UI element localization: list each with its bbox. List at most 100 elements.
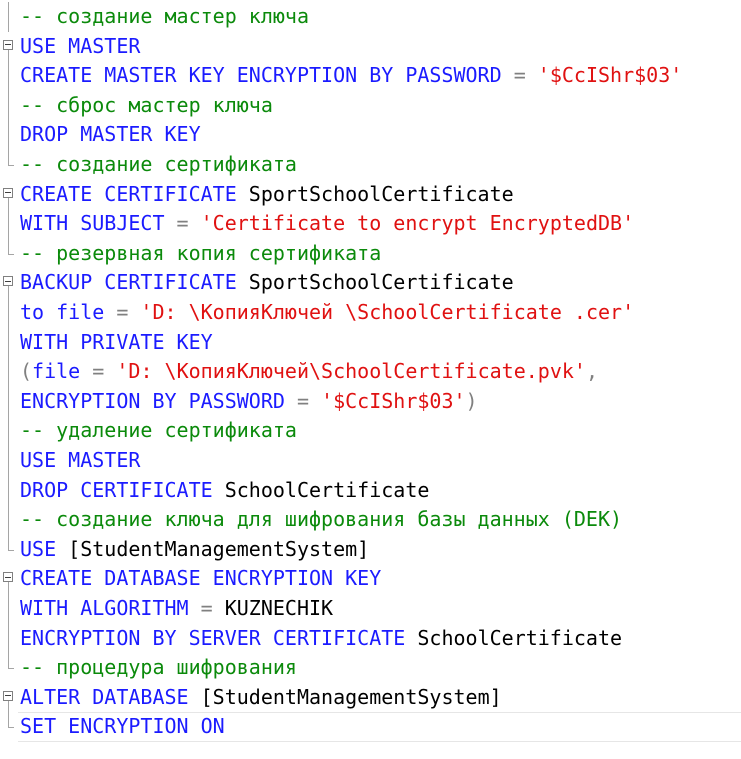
token-keyword: DROP CERTIFICATE — [20, 477, 225, 502]
outline-gutter — [0, 446, 18, 476]
outline-gutter — [0, 150, 18, 180]
token-comment: -- процедура шифрования — [20, 655, 297, 680]
code-line[interactable]: -- создание сертификата — [0, 150, 741, 180]
collapse-minus-icon[interactable] — [3, 690, 13, 701]
outline-gutter — [0, 594, 18, 624]
outline-gutter[interactable] — [0, 268, 18, 298]
code-line[interactable]: ALTER DATABASE [StudentManagementSystem] — [0, 683, 741, 713]
token-text: [StudentManagementSystem] — [200, 684, 502, 709]
code-text[interactable]: (file = 'D: \КопияКлючей\SchoolCertifica… — [20, 357, 598, 387]
code-text[interactable]: USE MASTER — [20, 446, 140, 476]
outline-gutter[interactable] — [0, 180, 18, 210]
code-line[interactable]: CREATE DATABASE ENCRYPTION KEY — [0, 564, 741, 594]
token-text: SportSchoolCertificate — [248, 181, 514, 206]
outline-gutter — [0, 534, 18, 565]
code-text[interactable]: WITH SUBJECT = 'Certificate to encrypt E… — [20, 209, 634, 239]
collapse-minus-icon[interactable] — [3, 187, 13, 198]
token-operator: = — [176, 211, 189, 236]
token-keyword: USE MASTER — [20, 448, 141, 472]
token-keyword: CREATE MASTER KEY ENCRYPTION BY PASSWORD — [20, 63, 514, 88]
code-line[interactable]: USE MASTER — [0, 446, 741, 476]
token-string: 'D: \КопияКлючей\SchoolCertificate.pvk' — [116, 359, 586, 384]
code-text[interactable]: ENCRYPTION BY PASSWORD = '$CcIShr$03') — [20, 387, 478, 417]
code-text[interactable]: -- создание ключа для шифрования базы да… — [20, 505, 622, 535]
outline-gutter — [0, 61, 18, 91]
code-text[interactable]: -- резервная копия сертификата — [20, 239, 381, 269]
code-text[interactable]: CREATE MASTER KEY ENCRYPTION BY PASSWORD… — [20, 61, 682, 91]
code-line[interactable]: -- процедура шифрования — [0, 653, 741, 683]
outline-gutter[interactable] — [0, 564, 18, 594]
code-line[interactable]: WITH ALGORITHM = KUZNECHIK — [0, 594, 741, 624]
token-string: '$CcIShr$03' — [537, 63, 683, 88]
code-text[interactable]: USE MASTER — [20, 32, 140, 62]
sql-code-editor[interactable]: -- создание мастер ключа USE MASTER CREATE… — [0, 0, 741, 759]
outline-gutter — [0, 2, 18, 32]
code-text[interactable]: CREATE DATABASE ENCRYPTION KEY — [20, 564, 381, 594]
outline-gutter[interactable] — [0, 32, 18, 62]
token-text: SportSchoolCertificate — [248, 270, 514, 295]
outline-gutter[interactable] — [0, 683, 18, 713]
outline-gutter — [0, 90, 18, 121]
code-text[interactable]: DROP CERTIFICATE SchoolCertificate — [20, 476, 429, 506]
token-comment: -- создание сертификата — [20, 152, 297, 176]
token-operator: = — [513, 63, 526, 88]
code-text[interactable]: -- создание мастер ключа — [20, 2, 309, 32]
code-line[interactable]: to file = 'D: \КопияКлючей \SchoolCertif… — [0, 298, 741, 328]
token-string: 'Certificate to encrypt EncryptedDB' — [200, 211, 635, 236]
code-line[interactable]: CREATE MASTER KEY ENCRYPTION BY PASSWORD… — [0, 61, 741, 91]
outline-gutter — [0, 209, 18, 239]
token-operator: = — [92, 359, 105, 384]
code-line[interactable]: DROP CERTIFICATE SchoolCertificate — [0, 475, 741, 506]
code-line[interactable]: SET ENCRYPTION ON — [0, 712, 741, 742]
code-line[interactable]: BACKUP CERTIFICATE SportSchoolCertificat… — [0, 268, 741, 298]
token-keyword: USE MASTER — [20, 33, 141, 58]
code-line[interactable]: WITH PRIVATE KEY — [0, 327, 741, 358]
collapse-minus-icon[interactable] — [3, 572, 13, 583]
code-line[interactable]: ENCRYPTION BY PASSWORD = '$CcIShr$03') — [0, 386, 741, 417]
token-keyword: to file — [20, 300, 117, 324]
collapse-minus-icon[interactable] — [3, 39, 13, 50]
code-line[interactable]: USE [StudentManagementSystem] — [0, 534, 741, 565]
code-text[interactable]: -- процедура шифрования — [20, 653, 297, 683]
outline-gutter — [0, 238, 18, 269]
code-line[interactable]: WITH SUBJECT = 'Certificate to encrypt E… — [0, 209, 741, 239]
code-text[interactable]: -- удаление сертификата — [20, 416, 297, 446]
token-comment: -- сброс мастер ключа — [20, 92, 273, 117]
token-operator: ) — [465, 388, 478, 413]
code-line[interactable]: -- создание ключа для шифрования базы да… — [0, 505, 741, 535]
token-string: 'D: \КопияКлючей \SchoolCertificate .cer… — [140, 300, 635, 324]
token-comment: -- создание мастер ключа — [20, 4, 309, 28]
code-text[interactable]: USE [StudentManagementSystem] — [20, 535, 369, 565]
code-text[interactable]: DROP MASTER KEY — [20, 120, 201, 150]
code-text[interactable]: BACKUP CERTIFICATE SportSchoolCertificat… — [20, 268, 514, 298]
code-text[interactable]: to file = 'D: \КопияКлючей \SchoolCertif… — [20, 298, 634, 328]
code-text[interactable]: WITH PRIVATE KEY — [20, 328, 213, 358]
code-line[interactable]: ENCRYPTION BY SERVER CERTIFICATE SchoolC… — [0, 623, 741, 654]
code-text[interactable]: WITH ALGORITHM = KUZNECHIK — [20, 594, 333, 624]
code-text[interactable]: -- сброс мастер ключа — [20, 91, 273, 121]
collapse-minus-icon[interactable] — [3, 276, 13, 287]
code-line[interactable]: (file = 'D: \КопияКлючей\SchoolCertifica… — [0, 357, 741, 387]
code-line[interactable]: CREATE CERTIFICATE SportSchoolCertificat… — [0, 180, 741, 210]
code-text[interactable]: ENCRYPTION BY SERVER CERTIFICATE SchoolC… — [20, 624, 622, 654]
token-keyword: WITH PRIVATE KEY — [20, 329, 213, 354]
outline-gutter — [0, 623, 18, 654]
outline-gutter — [0, 120, 18, 150]
outline-gutter — [0, 712, 18, 742]
token-operator: ( — [20, 359, 33, 384]
token-keyword: WITH SUBJECT — [20, 211, 177, 236]
token-keyword: WITH ALGORITHM — [20, 596, 201, 620]
code-text[interactable]: -- создание сертификата — [20, 150, 297, 180]
code-text[interactable]: ALTER DATABASE [StudentManagementSystem] — [20, 683, 502, 713]
code-text[interactable]: CREATE CERTIFICATE SportSchoolCertificat… — [20, 180, 514, 210]
code-line[interactable]: -- сброс мастер ключа — [0, 90, 741, 121]
code-line[interactable]: DROP MASTER KEY — [0, 120, 741, 150]
code-line[interactable]: -- удаление сертификата — [0, 416, 741, 446]
code-line[interactable]: -- резервная копия сертификата — [0, 238, 741, 269]
code-line[interactable]: -- создание мастер ключа — [0, 2, 741, 32]
token-keyword: CREATE CERTIFICATE — [20, 181, 249, 206]
code-line[interactable]: USE MASTER — [0, 32, 741, 62]
code-text[interactable]: SET ENCRYPTION ON — [20, 712, 225, 742]
